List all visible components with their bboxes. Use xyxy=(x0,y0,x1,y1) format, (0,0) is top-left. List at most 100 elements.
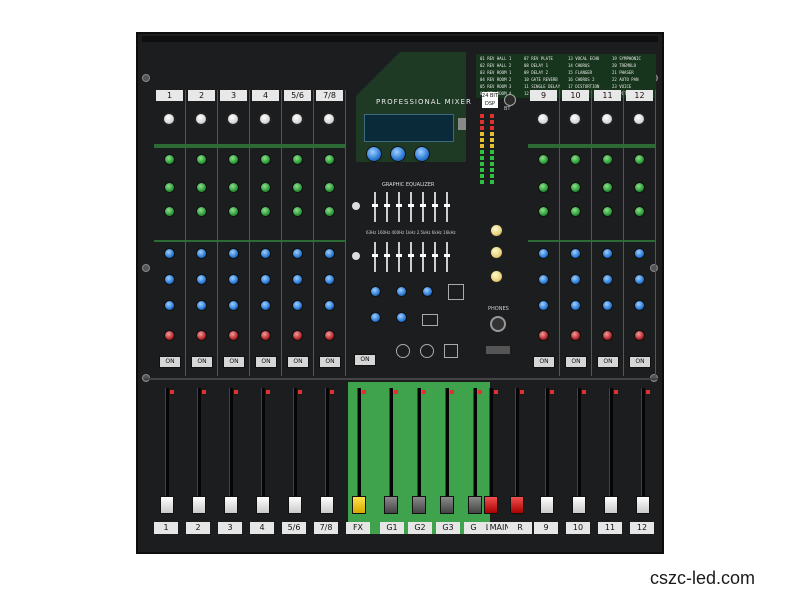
eq-slider-cap[interactable] xyxy=(432,254,438,257)
level-knob[interactable] xyxy=(164,330,175,341)
eq-low-knob[interactable] xyxy=(228,206,239,217)
eq-slider[interactable] xyxy=(422,242,424,272)
on-button[interactable]: ON xyxy=(533,356,555,368)
pan-knob[interactable] xyxy=(538,300,549,311)
eq-slider-cap[interactable] xyxy=(420,254,426,257)
fader-cap[interactable] xyxy=(604,496,618,514)
eq-slider[interactable] xyxy=(374,242,376,272)
fader-cap[interactable] xyxy=(572,496,586,514)
eq-slider-cap[interactable] xyxy=(396,254,402,257)
gain-knob[interactable] xyxy=(290,112,304,126)
eq-high-knob[interactable] xyxy=(634,154,645,165)
level-knob[interactable] xyxy=(602,330,613,341)
gain-knob[interactable] xyxy=(632,112,646,126)
eq-high-knob[interactable] xyxy=(196,154,207,165)
eq-slider-cap[interactable] xyxy=(408,254,414,257)
fx-knob[interactable] xyxy=(164,274,175,285)
media-bt-knob[interactable] xyxy=(414,146,430,162)
mute-icon[interactable] xyxy=(448,284,464,300)
master-knob[interactable] xyxy=(490,270,503,283)
eq-mid-knob[interactable] xyxy=(228,182,239,193)
eq-mid-knob[interactable] xyxy=(570,182,581,193)
level-knob[interactable] xyxy=(196,330,207,341)
gain-knob[interactable] xyxy=(226,112,240,126)
fader-cap[interactable] xyxy=(192,496,206,514)
on-button[interactable]: ON xyxy=(565,356,587,368)
eq-slider-cap[interactable] xyxy=(372,254,378,257)
gain-knob[interactable] xyxy=(162,112,176,126)
eq-mid-knob[interactable] xyxy=(164,182,175,193)
eq-slider[interactable] xyxy=(434,242,436,272)
on-button[interactable]: ON xyxy=(255,356,277,368)
pan-knob[interactable] xyxy=(324,300,335,311)
eq-slider-cap[interactable] xyxy=(432,204,438,207)
aux-knob[interactable] xyxy=(228,248,239,259)
center-knob[interactable] xyxy=(370,312,381,323)
level-knob[interactable] xyxy=(570,330,581,341)
eq-slider-cap[interactable] xyxy=(384,254,390,257)
eq-high-knob[interactable] xyxy=(570,154,581,165)
fx-knob[interactable] xyxy=(228,274,239,285)
eq-high-knob[interactable] xyxy=(324,154,335,165)
monitor-icon[interactable] xyxy=(422,314,438,326)
fx-knob[interactable] xyxy=(538,274,549,285)
eq-slider[interactable] xyxy=(446,242,448,272)
eq-slider-cap[interactable] xyxy=(444,254,450,257)
fx-knob[interactable] xyxy=(260,274,271,285)
aux-knob[interactable] xyxy=(602,248,613,259)
eq-slider-cap[interactable] xyxy=(408,204,414,207)
on-button[interactable]: ON xyxy=(597,356,619,368)
eq-slider-cap[interactable] xyxy=(384,204,390,207)
gain-knob[interactable] xyxy=(258,112,272,126)
fader-cap[interactable] xyxy=(440,496,454,514)
center-knob[interactable] xyxy=(370,286,381,297)
fader-cap[interactable] xyxy=(412,496,426,514)
on-button[interactable]: ON xyxy=(159,356,181,368)
on-button[interactable]: ON xyxy=(223,356,245,368)
gain-knob[interactable] xyxy=(536,112,550,126)
pan-knob[interactable] xyxy=(634,300,645,311)
center-knob[interactable] xyxy=(396,312,407,323)
fx-on-button[interactable]: ON xyxy=(354,354,376,366)
fx-knob[interactable] xyxy=(196,274,207,285)
eq-low-knob[interactable] xyxy=(602,206,613,217)
eq-slider[interactable] xyxy=(386,242,388,272)
eq-slider[interactable] xyxy=(410,242,412,272)
fader-cap[interactable] xyxy=(320,496,334,514)
pan-knob[interactable] xyxy=(228,300,239,311)
guitar-icon[interactable] xyxy=(444,344,458,358)
fader-cap[interactable] xyxy=(384,496,398,514)
eq-low-knob[interactable] xyxy=(292,206,303,217)
gain-knob[interactable] xyxy=(568,112,582,126)
eq-mid-knob[interactable] xyxy=(324,182,335,193)
eq-high-knob[interactable] xyxy=(260,154,271,165)
fx-knob[interactable] xyxy=(292,274,303,285)
eq-low-knob[interactable] xyxy=(570,206,581,217)
fx-knob[interactable] xyxy=(324,274,335,285)
pan-knob[interactable] xyxy=(602,300,613,311)
pan-knob[interactable] xyxy=(164,300,175,311)
aux-knob[interactable] xyxy=(324,248,335,259)
level-knob[interactable] xyxy=(634,330,645,341)
phones-jack[interactable] xyxy=(490,316,506,332)
eq-slider-cap[interactable] xyxy=(444,204,450,207)
eq-slider-cap[interactable] xyxy=(372,204,378,207)
eq-mid-knob[interactable] xyxy=(634,182,645,193)
master-knob[interactable] xyxy=(490,246,503,259)
center-knob[interactable] xyxy=(422,286,433,297)
aux-knob[interactable] xyxy=(634,248,645,259)
eq-mid-knob[interactable] xyxy=(196,182,207,193)
gain-knob[interactable] xyxy=(322,112,336,126)
fx-knob[interactable] xyxy=(602,274,613,285)
pan-knob[interactable] xyxy=(292,300,303,311)
center-knob[interactable] xyxy=(396,286,407,297)
on-button[interactable]: ON xyxy=(191,356,213,368)
eq-high-knob[interactable] xyxy=(228,154,239,165)
pan-knob[interactable] xyxy=(196,300,207,311)
eq-slider[interactable] xyxy=(386,192,388,222)
level-knob[interactable] xyxy=(228,330,239,341)
pan-knob[interactable] xyxy=(260,300,271,311)
fader-cap[interactable] xyxy=(468,496,482,514)
eq-high-knob[interactable] xyxy=(538,154,549,165)
eq-slider[interactable] xyxy=(398,242,400,272)
